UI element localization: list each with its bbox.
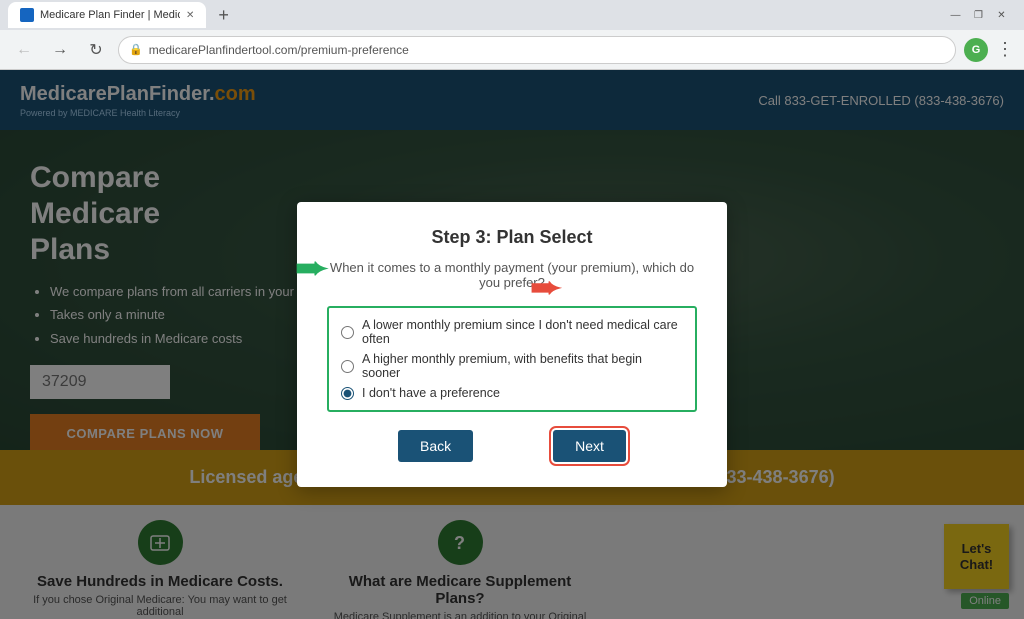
modal-title: Step 3: Plan Select xyxy=(327,227,697,248)
tab-close-icon[interactable]: ✕ xyxy=(186,10,194,21)
address-text: medicarePlanfindertool.com/premium-prefe… xyxy=(149,43,409,57)
green-arrow-options-icon: ➨ xyxy=(295,250,329,287)
profile-icon[interactable]: G xyxy=(964,38,988,62)
next-button[interactable]: Next xyxy=(553,430,626,462)
new-tab-button[interactable]: + xyxy=(212,5,235,26)
browser-tab[interactable]: Medicare Plan Finder | Medicar... ✕ xyxy=(8,2,206,28)
option-2[interactable]: A higher monthly premium, with benefits … xyxy=(341,352,683,380)
window-controls: — ❐ ✕ xyxy=(949,9,1016,22)
more-options-icon[interactable]: ⋮ xyxy=(996,39,1014,60)
red-arrow-next-icon: ➨ xyxy=(530,270,562,306)
option-2-label: A higher monthly premium, with benefits … xyxy=(362,352,683,380)
reload-button[interactable]: ↻ xyxy=(82,36,110,64)
browser-nav: ← → ↻ 🔒 medicarePlanfindertool.com/premi… xyxy=(0,30,1024,70)
tab-title: Medicare Plan Finder | Medicar... xyxy=(40,9,180,21)
option-3-label: I don't have a preference xyxy=(362,386,500,400)
option-1-radio[interactable] xyxy=(341,326,354,339)
back-nav-button[interactable]: ← xyxy=(10,36,38,64)
option-3-radio[interactable] xyxy=(341,387,354,400)
forward-nav-button[interactable]: → xyxy=(46,36,74,64)
browser-chrome: Medicare Plan Finder | Medicar... ✕ + — … xyxy=(0,0,1024,70)
tab-favicon xyxy=(20,8,34,22)
option-1[interactable]: A lower monthly premium since I don't ne… xyxy=(341,318,683,346)
title-bar: Medicare Plan Finder | Medicar... ✕ + — … xyxy=(0,0,1024,30)
lock-icon: 🔒 xyxy=(129,43,143,56)
back-button[interactable]: Back xyxy=(398,430,473,462)
close-button[interactable]: ✕ xyxy=(995,9,1008,22)
page-content: MedicarePlanFinder.com Powered by MEDICA… xyxy=(0,70,1024,619)
option-2-radio[interactable] xyxy=(341,360,354,373)
modal-subtitle: When it comes to a monthly payment (your… xyxy=(327,260,697,290)
option-3[interactable]: I don't have a preference xyxy=(341,386,683,400)
address-bar[interactable]: 🔒 medicarePlanfindertool.com/premium-pre… xyxy=(118,36,956,64)
modal-buttons: Back Next xyxy=(327,430,697,462)
modal-dialog: Step 3: Plan Select When it comes to a m… xyxy=(297,202,727,487)
minimize-button[interactable]: — xyxy=(949,9,962,22)
option-1-label: A lower monthly premium since I don't ne… xyxy=(362,318,683,346)
options-group: A lower monthly premium since I don't ne… xyxy=(327,306,697,412)
modal-overlay: ➨ ➨ Step 3: Plan Select When it comes to… xyxy=(0,70,1024,619)
maximize-button[interactable]: ❐ xyxy=(972,9,985,22)
